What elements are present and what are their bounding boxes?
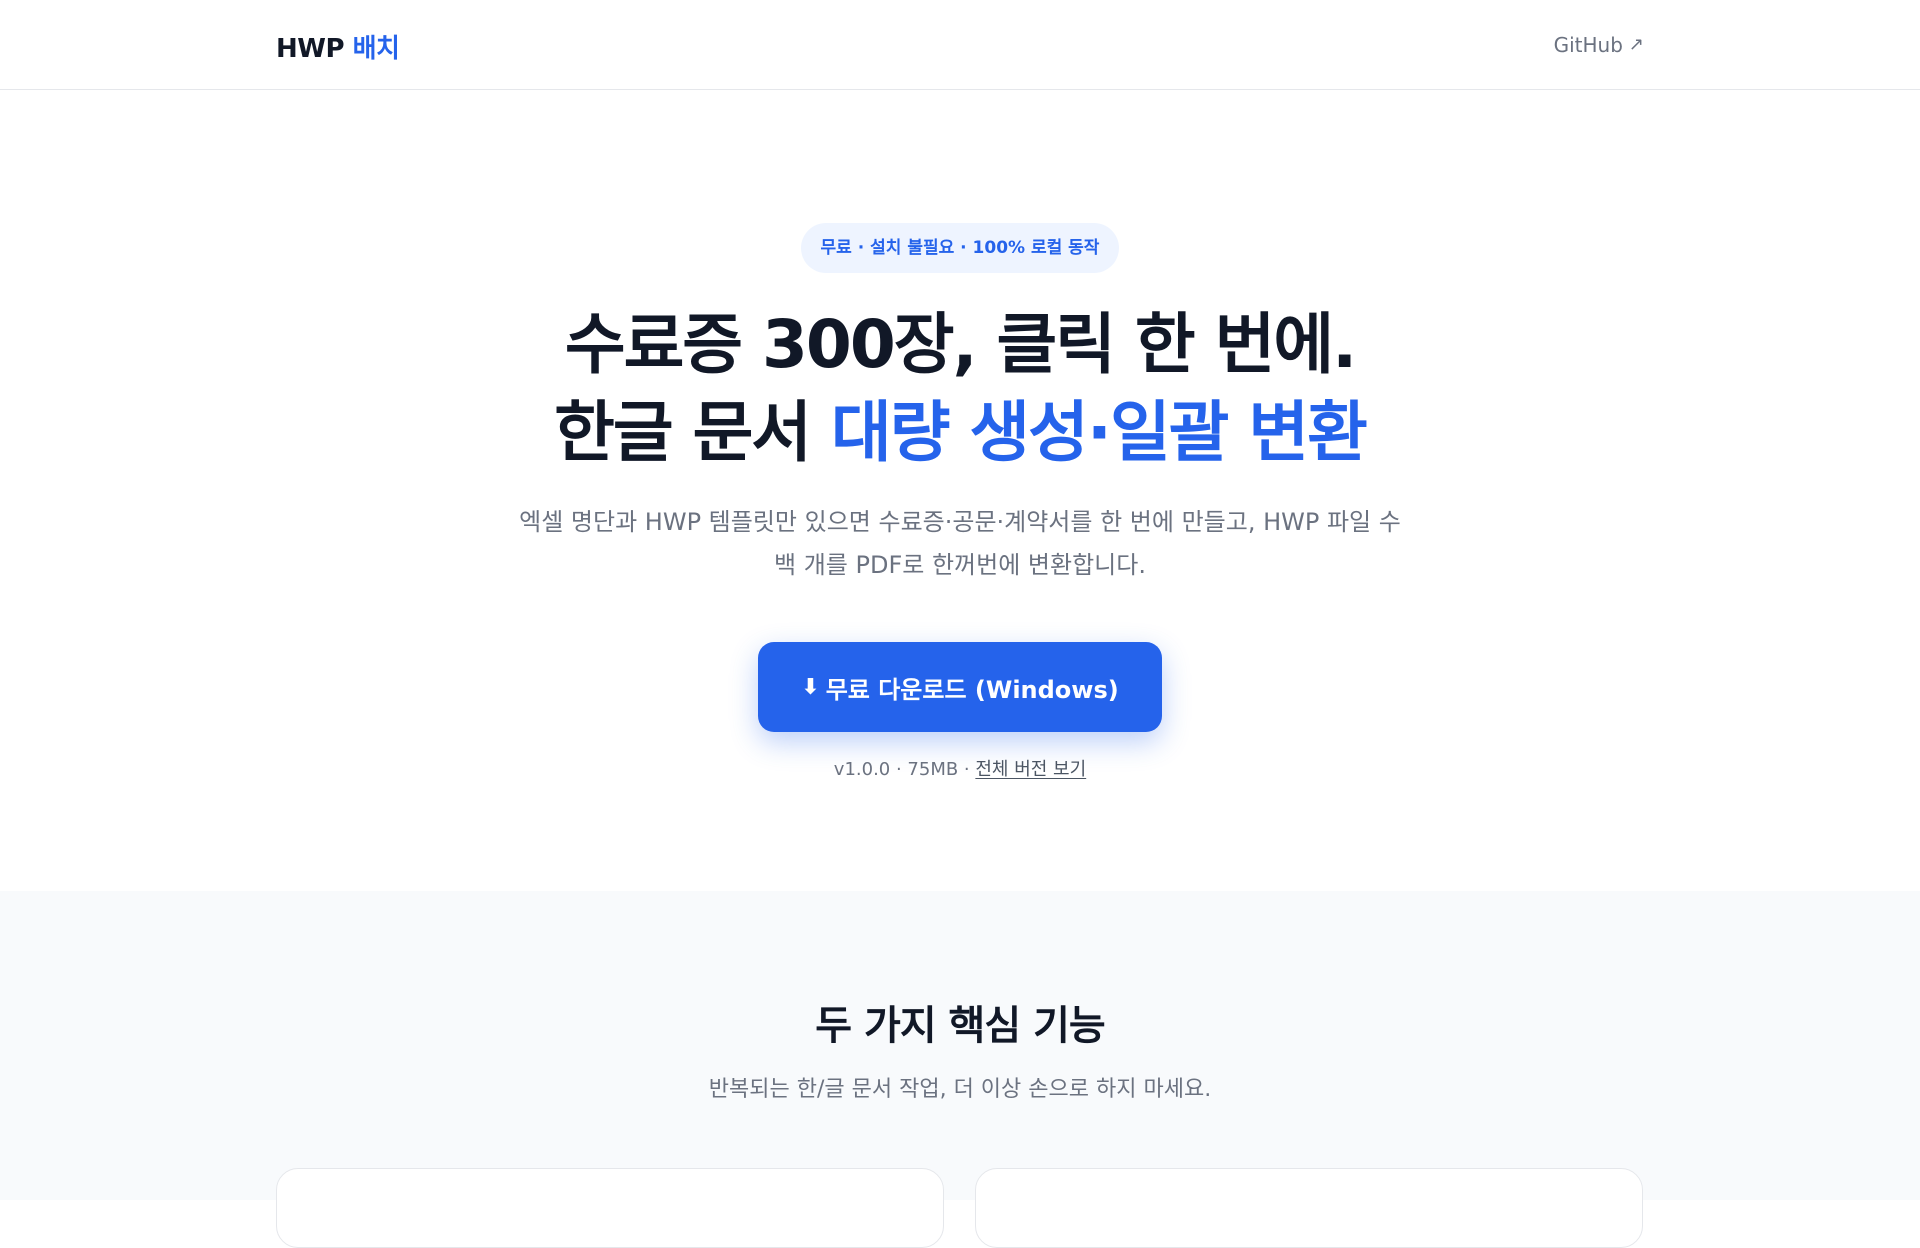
version-text: v1.0.0 · 75MB · <box>833 759 976 780</box>
badge-container: 무료 · 설치 불필요 · 100% 로컬 동작 <box>0 223 1920 273</box>
site-header: HWP 배치 GitHub ↗ <box>0 0 1920 90</box>
features-section: 두 가지 핵심 기능 반복되는 한/글 문서 작업, 더 이상 손으로 하지 마… <box>0 891 1920 1248</box>
hero-title-line-2-prefix: 한글 문서 <box>554 394 832 471</box>
logo[interactable]: HWP 배치 <box>276 28 400 65</box>
logo-accent-text: 배치 <box>352 34 400 64</box>
github-link-label: GitHub <box>1553 33 1623 57</box>
download-button[interactable]: ⬇ 무료 다운로드 (Windows) <box>758 642 1162 732</box>
external-arrow-icon: ↗ <box>1628 34 1644 55</box>
feature-badge: 무료 · 설치 불필요 · 100% 로컬 동작 <box>800 223 1120 273</box>
hero-title-line-1: 수료증 300장, 클릭 한 번에. <box>564 306 1357 383</box>
hero-title: 수료증 300장, 클릭 한 번에. 한글 문서 대량 생성·일괄 변환 <box>0 301 1920 477</box>
github-link[interactable]: GitHub ↗ <box>1554 33 1644 57</box>
hero-description: 엑셀 명단과 HWP 템플릿만 있으면 수료증·공문·계약서를 한 번에 만들고… <box>519 508 1401 579</box>
hero-title-line-2-highlight: 대량 생성·일괄 변환 <box>831 394 1368 471</box>
feature-card-1 <box>276 1168 944 1248</box>
version-info: v1.0.0 · 75MB · 전체 버전 보기 <box>0 755 1920 781</box>
hero-section: 무료 · 설치 불필요 · 100% 로컬 동작 수료증 300장, 클릭 한 … <box>0 91 1920 891</box>
logo-text: HWP <box>276 34 345 64</box>
download-button-label: 무료 다운로드 (Windows) <box>825 675 1119 704</box>
features-subtitle: 반복되는 한/글 문서 작업, 더 이상 손으로 하지 마세요. <box>708 1077 1212 1102</box>
cta-container: ⬇ 무료 다운로드 (Windows) <box>0 642 1920 732</box>
all-versions-link[interactable]: 전체 버전 보기 <box>975 759 1086 780</box>
feature-card-2 <box>975 1168 1643 1248</box>
features-title: 두 가지 핵심 기능 <box>815 1003 1105 1049</box>
download-icon: ⬇ <box>801 674 820 700</box>
